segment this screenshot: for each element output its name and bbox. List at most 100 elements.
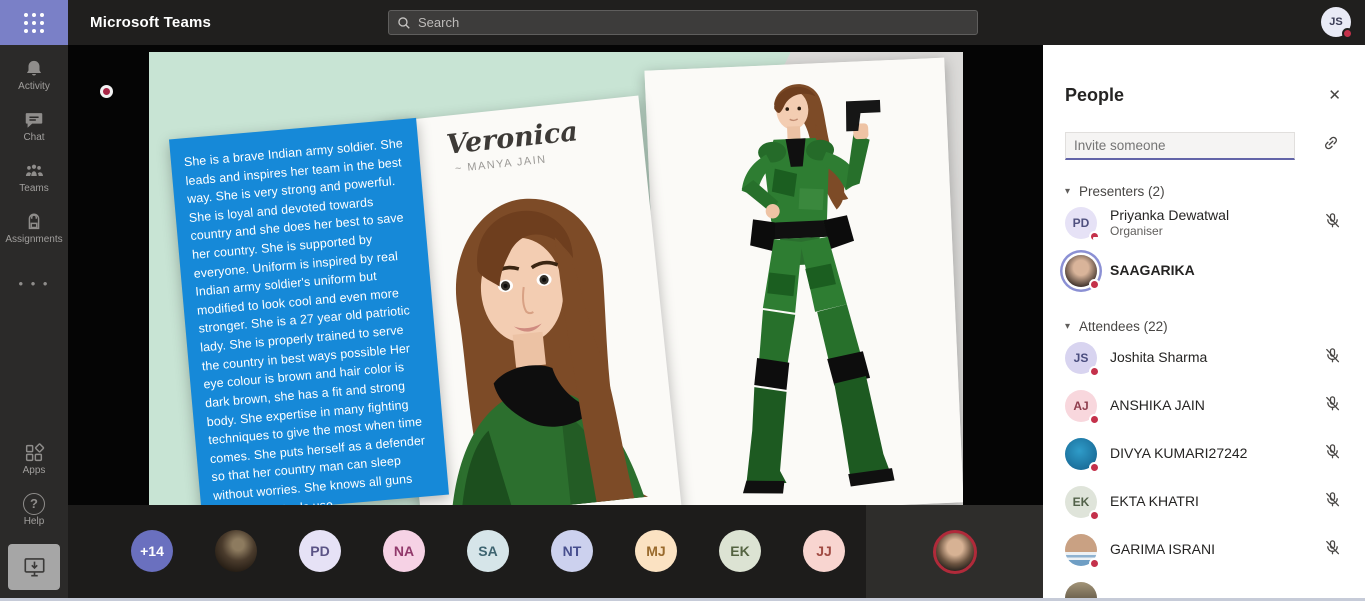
copy-meeting-link-button[interactable] — [1319, 131, 1343, 160]
participant-role: Organiser — [1110, 224, 1229, 239]
user-avatar[interactable]: JS — [1321, 7, 1351, 37]
help-icon: ? — [23, 493, 45, 515]
left-rail: Activity Chat Teams Assignments • • • Ap… — [0, 45, 68, 598]
participant-avatar[interactable]: NT — [551, 530, 593, 572]
participant-row[interactable]: PD Priyanka Dewatwal Organiser — [1065, 199, 1343, 247]
teams-people-icon — [22, 160, 46, 182]
attendees-section-header[interactable]: ▾ Attendees (22) — [1065, 319, 1343, 334]
app-title: Microsoft Teams — [90, 14, 211, 31]
participant-avatar[interactable]: SA — [467, 530, 509, 572]
participant-row-partial[interactable] — [1065, 574, 1343, 598]
participant-avatar[interactable]: PD — [299, 530, 341, 572]
soldier-illustration-card — [644, 58, 963, 505]
avatar-photo — [1065, 438, 1097, 470]
mic-off-icon — [1324, 443, 1341, 460]
presence-busy-dot — [1089, 414, 1100, 425]
sidebar-item-chat[interactable]: Chat — [0, 109, 68, 143]
sidebar-item-assignments[interactable]: Assignments — [0, 211, 68, 245]
recording-indicator — [100, 85, 113, 98]
shared-content-slide: Veronica ~ MANYA JAIN She is — [149, 52, 963, 505]
character-description: She is a brave Indian army soldier. She … — [183, 134, 437, 505]
panel-title: People — [1065, 85, 1124, 106]
participant-avatar[interactable]: NA — [383, 530, 425, 572]
mic-off-icon — [1324, 347, 1341, 364]
sidebar-item-apps[interactable]: Apps — [0, 442, 68, 476]
activity-bell-icon — [23, 58, 45, 80]
presence-busy-dot — [1089, 366, 1100, 377]
participant-row[interactable]: AJ ANSHIKA JAIN — [1065, 382, 1343, 430]
avatar: JS — [1065, 342, 1097, 374]
avatar-photo — [1065, 582, 1097, 598]
chevron-down-icon: ▾ — [1065, 186, 1070, 197]
mic-off-icon — [1324, 539, 1341, 556]
participant-row[interactable]: JS Joshita Sharma — [1065, 334, 1343, 382]
presence-busy-dot — [1089, 558, 1100, 569]
presence-busy-dot — [1342, 28, 1353, 39]
link-icon — [1321, 133, 1341, 153]
search-placeholder: Search — [418, 15, 459, 30]
participant-row[interactable]: GARIMA ISRANI — [1065, 526, 1343, 574]
app-launcher-button[interactable] — [0, 0, 68, 45]
search-input[interactable]: Search — [388, 10, 978, 35]
participant-name: SAAGARIKA — [1110, 262, 1195, 280]
participants-bar: +14 PD NA SA NT MJ EK JJ — [68, 505, 1043, 598]
top-bar: Microsoft Teams Search JS — [0, 0, 1365, 45]
chevron-down-icon: ▾ — [1065, 321, 1070, 332]
mute-participant-button[interactable] — [1322, 210, 1343, 236]
avatar-speaking — [1065, 255, 1097, 287]
presence-busy-dot — [1089, 279, 1100, 290]
close-icon: ✕ — [1328, 87, 1341, 104]
more-icon: • • • — [19, 276, 50, 291]
people-panel: People ✕ ▾ Presenters (2) PD Priyanka De… — [1043, 45, 1365, 598]
mute-participant-button[interactable] — [1322, 537, 1343, 563]
meeting-stage: Veronica ~ MANYA JAIN She is — [68, 45, 1043, 505]
participant-row[interactable]: EK EKTA KHATRI — [1065, 478, 1343, 526]
presence-dnd-dot — [1089, 231, 1100, 242]
invite-someone-input[interactable] — [1065, 132, 1295, 160]
mic-off-icon — [1324, 395, 1341, 412]
more-apps-button[interactable]: • • • — [19, 276, 50, 291]
mic-off-icon — [1324, 491, 1341, 508]
waffle-icon — [24, 13, 44, 33]
presenters-section-header[interactable]: ▾ Presenters (2) — [1065, 184, 1343, 199]
participant-row[interactable]: SAAGARIKA — [1065, 247, 1343, 295]
participant-name: Priyanka Dewatwal — [1110, 207, 1229, 225]
assignments-backpack-icon — [23, 211, 45, 233]
participant-avatar[interactable]: MJ — [635, 530, 677, 572]
participant-row[interactable]: DIVYA KUMARI27242 — [1065, 430, 1343, 478]
avatar-photo — [1065, 534, 1097, 566]
participant-avatar[interactable]: JJ — [803, 530, 845, 572]
mute-participant-button[interactable] — [1322, 345, 1343, 371]
avatar: EK — [1065, 486, 1097, 518]
mute-participant-button[interactable] — [1322, 393, 1343, 419]
search-icon — [397, 16, 411, 30]
close-panel-button[interactable]: ✕ — [1326, 86, 1343, 105]
presence-busy-dot — [1089, 510, 1100, 521]
participant-name: GARIMA ISRANI — [1110, 541, 1215, 559]
participant-name: ANSHIKA JAIN — [1110, 397, 1205, 415]
mute-participant-button[interactable] — [1322, 441, 1343, 467]
participant-name: Joshita Sharma — [1110, 349, 1207, 367]
overflow-count-avatar[interactable]: +14 — [131, 530, 173, 572]
download-desktop-icon — [21, 554, 48, 580]
soldier-full-body-illustration — [644, 58, 963, 505]
user-initials: JS — [1329, 16, 1342, 28]
participant-avatar-photo[interactable] — [215, 530, 257, 572]
participant-name: EKTA KHATRI — [1110, 493, 1199, 511]
self-avatar — [933, 530, 977, 574]
mic-off-icon — [1324, 212, 1341, 229]
sidebar-item-help[interactable]: ? Help — [0, 493, 68, 527]
apps-icon — [23, 442, 45, 464]
self-video-tile[interactable] — [866, 505, 1043, 598]
description-card: She is a brave Indian army soldier. She … — [169, 118, 449, 505]
chat-icon — [23, 109, 45, 131]
avatar: AJ — [1065, 390, 1097, 422]
avatar: PD — [1065, 207, 1097, 239]
presence-busy-dot — [1089, 462, 1100, 473]
sidebar-item-activity[interactable]: Activity — [0, 58, 68, 92]
participant-avatar[interactable]: EK — [719, 530, 761, 572]
mute-participant-button[interactable] — [1322, 489, 1343, 515]
get-desktop-app-button[interactable] — [8, 544, 60, 590]
sidebar-item-teams[interactable]: Teams — [0, 160, 68, 194]
participant-name: DIVYA KUMARI27242 — [1110, 445, 1247, 463]
